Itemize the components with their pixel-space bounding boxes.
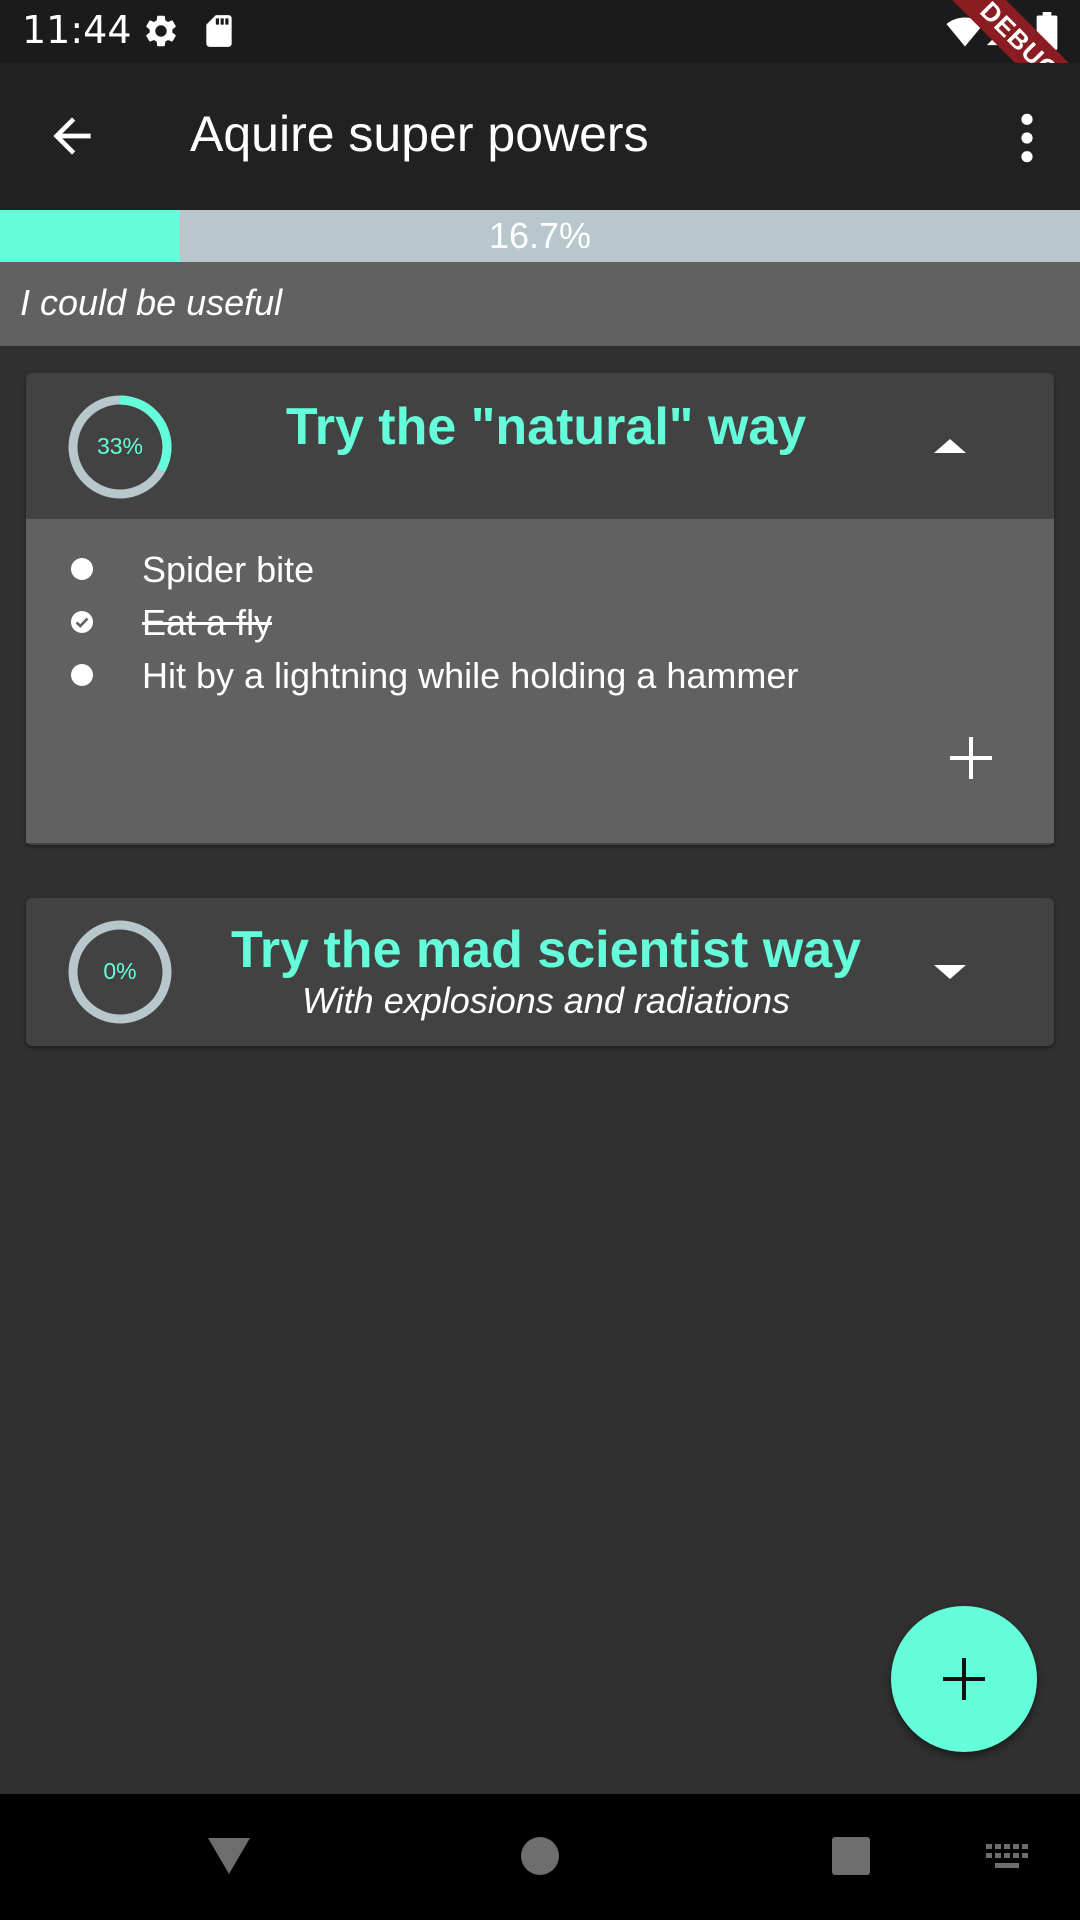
step-label: Spider bite bbox=[142, 549, 315, 590]
way-card-natural: 33% Try the "natural" way Spider bite Ea… bbox=[26, 373, 1054, 845]
app-bar: Aquire super powers bbox=[0, 63, 1080, 210]
goal-description: I could be useful bbox=[20, 282, 283, 323]
goal-progress-bar: 16.7% bbox=[0, 210, 1080, 262]
home-circle-icon[interactable] bbox=[520, 1836, 560, 1876]
way-title: Try the mad scientist way bbox=[230, 921, 862, 979]
goal-progress-label: 16.7% bbox=[488, 215, 592, 256]
sd-card-icon bbox=[200, 12, 238, 55]
more-menu-button[interactable] bbox=[1005, 110, 1049, 166]
way-card-mad-scientist[interactable]: 0% Try the mad scientist way With explos… bbox=[26, 898, 1054, 1046]
settings-icon bbox=[142, 12, 180, 55]
system-nav-bar bbox=[0, 1794, 1080, 1920]
step-label: Eat a fly bbox=[142, 602, 273, 643]
way-title: Try the "natural" way bbox=[285, 398, 807, 456]
chevron-down-icon[interactable] bbox=[931, 960, 969, 984]
add-way-button[interactable] bbox=[891, 1606, 1037, 1752]
bullet-icon bbox=[71, 558, 93, 580]
status-bar: 11:44 DEBUG bbox=[0, 0, 1080, 63]
page-title: Aquire super powers bbox=[190, 106, 649, 162]
progress-ring-label: 0% bbox=[103, 958, 137, 984]
bullet-icon bbox=[71, 664, 93, 686]
plus-icon[interactable] bbox=[948, 735, 994, 781]
way-card-header[interactable]: 33% Try the "natural" way bbox=[26, 373, 1054, 519]
back-button[interactable] bbox=[44, 108, 100, 164]
progress-ring-label: 33% bbox=[96, 433, 144, 459]
status-time: 11:44 bbox=[22, 8, 132, 52]
goal-description-bar: I could be useful bbox=[0, 262, 1080, 346]
way-subtitle: With explosions and radiations bbox=[302, 980, 790, 1021]
recents-square-icon[interactable] bbox=[831, 1836, 871, 1876]
plus-icon bbox=[943, 1658, 985, 1700]
arrow-back-icon bbox=[53, 117, 91, 155]
more-vert-icon bbox=[1021, 113, 1033, 163]
way-steps: Spider bite Eat a fly Hit by a lightning… bbox=[26, 519, 1054, 843]
chevron-up-icon[interactable] bbox=[931, 434, 969, 458]
check-circle-icon bbox=[71, 611, 93, 633]
back-triangle-icon[interactable] bbox=[206, 1836, 252, 1876]
keyboard-icon[interactable] bbox=[986, 1844, 1030, 1870]
step-label: Hit by a lightning while holding a hamme… bbox=[142, 655, 799, 696]
